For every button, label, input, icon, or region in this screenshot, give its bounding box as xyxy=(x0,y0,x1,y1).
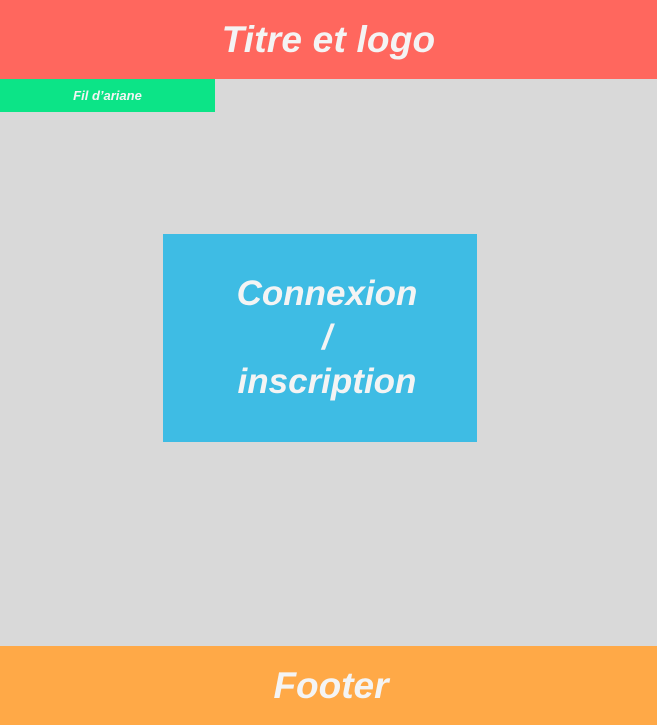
login-signup-label: Connexion / inscription xyxy=(236,274,418,401)
breadcrumb-label: Fil d’ariane xyxy=(73,88,142,103)
breadcrumb-block: Fil d’ariane xyxy=(0,79,215,112)
footer-block: Footer xyxy=(0,646,657,725)
login-signup-block: Connexion / inscription xyxy=(163,234,477,442)
header-title: Titre et logo xyxy=(221,19,436,60)
header-block: Titre et logo xyxy=(0,0,657,79)
page-wireframe: Titre et logo Fil d’ariane Connexion / i… xyxy=(0,0,657,725)
footer-label: Footer xyxy=(273,664,389,706)
